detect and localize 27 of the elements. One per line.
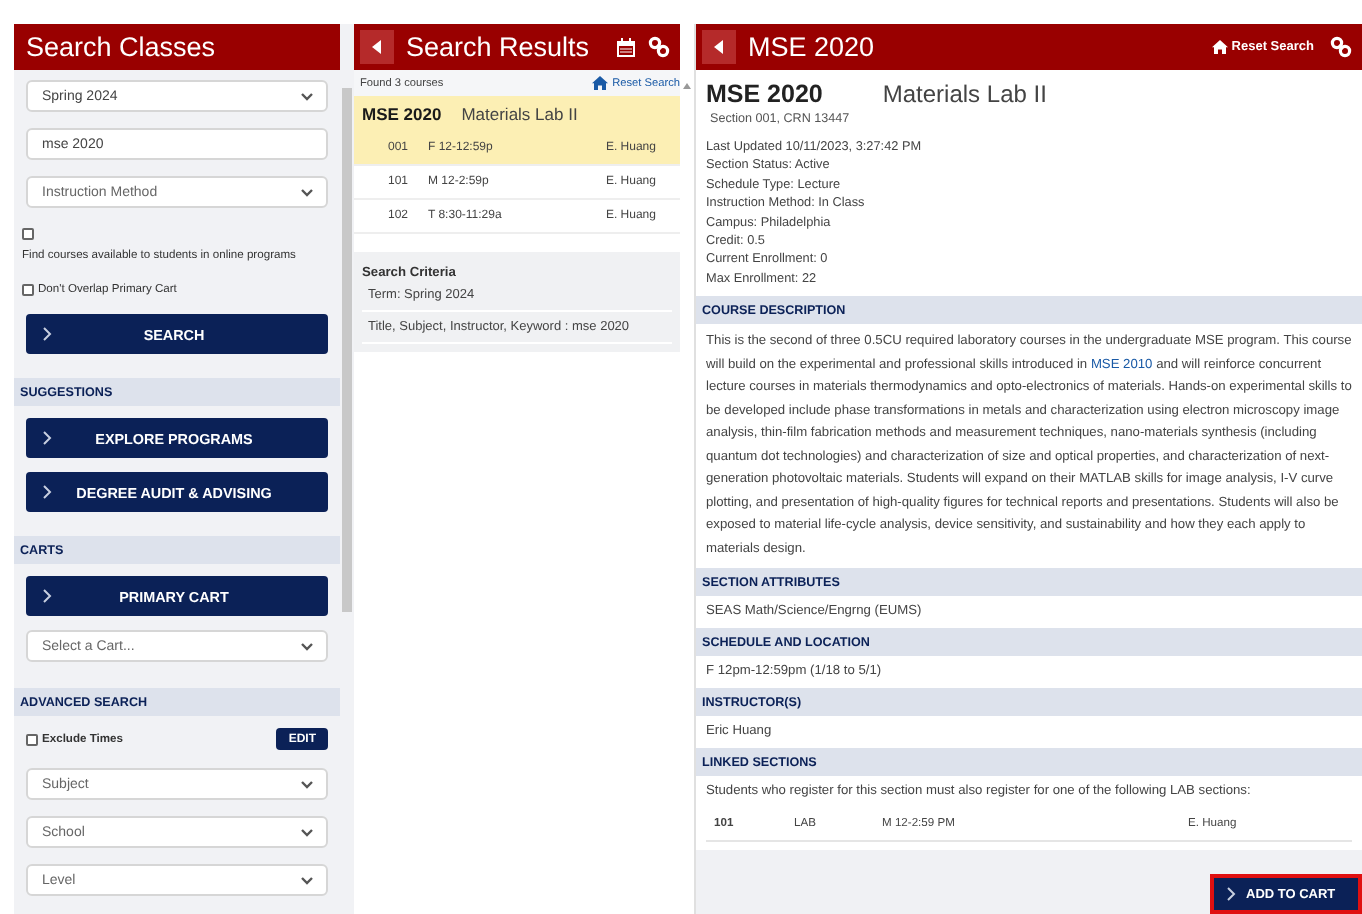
link-icon bbox=[1330, 36, 1352, 58]
chevron-icon bbox=[1226, 886, 1236, 902]
panel-title: MSE 2020 bbox=[748, 32, 875, 62]
course-header[interactable]: MSE 2020 Materials Lab II bbox=[354, 96, 680, 132]
panel-title: Search Classes bbox=[26, 32, 216, 62]
caret-icon bbox=[300, 827, 314, 837]
course-title: Materials Lab II bbox=[882, 80, 1047, 108]
checkbox[interactable] bbox=[22, 284, 34, 296]
home-icon bbox=[1211, 40, 1228, 54]
checkbox[interactable] bbox=[26, 733, 38, 745]
caret-icon bbox=[300, 779, 314, 789]
link-icon bbox=[648, 36, 670, 58]
home-icon bbox=[592, 76, 609, 90]
caret-icon bbox=[300, 875, 314, 885]
caret-icon bbox=[300, 641, 314, 651]
chevron-icon bbox=[42, 430, 52, 446]
calendar-icon bbox=[616, 37, 636, 57]
course-code: MSE 2020 bbox=[706, 80, 823, 108]
chevron-icon bbox=[42, 588, 52, 604]
chevron-icon bbox=[42, 484, 52, 500]
scrollbar-thumb[interactable] bbox=[342, 88, 352, 612]
checkbox[interactable] bbox=[22, 228, 34, 240]
caret-icon bbox=[300, 187, 314, 197]
chevron-icon bbox=[42, 326, 52, 342]
caret-icon bbox=[300, 91, 314, 101]
panel-title: Search Results bbox=[406, 32, 590, 62]
scroll-up-icon bbox=[682, 82, 692, 90]
